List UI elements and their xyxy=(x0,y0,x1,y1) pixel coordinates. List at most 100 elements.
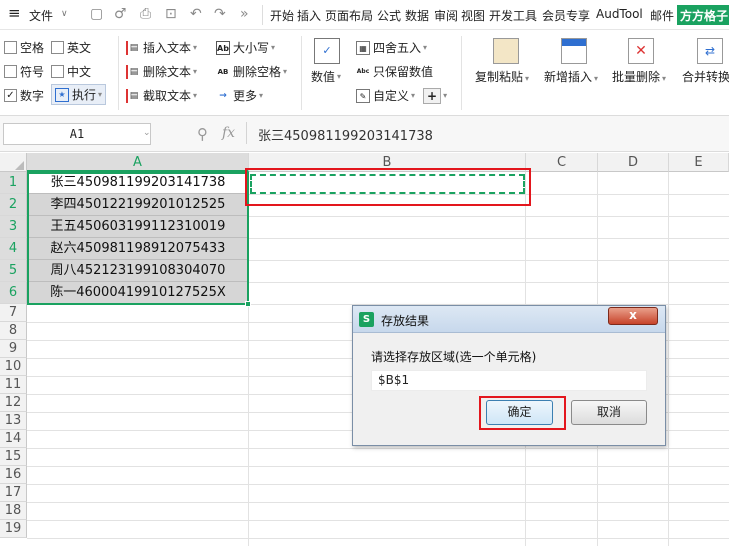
keep-values-button[interactable]: Abc 只保留数值 xyxy=(356,63,433,80)
case-button[interactable]: Ab 大小写 ▾ xyxy=(216,39,275,56)
close-button[interactable]: x xyxy=(608,307,658,325)
checkbox-icon[interactable] xyxy=(4,65,17,78)
custom-button[interactable]: ✎ 自定义 ▾ + ▾ xyxy=(356,87,447,104)
more-commands-icon[interactable]: » xyxy=(240,6,249,22)
row-header[interactable]: 9 xyxy=(0,340,27,358)
fill-handle[interactable] xyxy=(245,301,251,307)
column-header-a[interactable]: A xyxy=(27,153,249,172)
redo-icon[interactable]: ↷ xyxy=(214,6,226,22)
tab-review[interactable]: 审阅 xyxy=(434,7,458,24)
round-button[interactable]: ▦ 四舍五入 ▾ xyxy=(356,39,427,56)
row-header[interactable]: 17 xyxy=(0,484,27,502)
insert-row-icon[interactable] xyxy=(561,38,587,64)
file-menu[interactable]: 文件 xyxy=(29,7,53,24)
execute-button[interactable]: ★ 执行 ▾ xyxy=(51,84,107,105)
merge-icon[interactable]: ⇄ xyxy=(697,38,723,64)
chevron-down-icon[interactable]: ⌄ xyxy=(143,128,151,138)
divider xyxy=(262,5,263,25)
merge-convert-button[interactable]: 合并转换 xyxy=(682,68,729,85)
row-header[interactable]: 6 xyxy=(0,282,27,304)
checkbox-icon[interactable] xyxy=(51,65,64,78)
checkbox-symbol[interactable]: 符号 xyxy=(4,63,44,80)
name-box[interactable]: A1 xyxy=(3,123,151,145)
checkbox-space[interactable]: 空格 xyxy=(4,39,44,56)
delete-space-label: 删除空格 xyxy=(233,65,282,79)
save-icon[interactable]: ▢ xyxy=(90,6,103,22)
batch-delete-icon[interactable]: ✕ xyxy=(628,38,654,64)
row-header[interactable]: 13 xyxy=(0,412,27,430)
fx-icon[interactable]: fx xyxy=(222,125,235,141)
column-header-e[interactable]: E xyxy=(669,153,729,172)
tab-view[interactable]: 视图 xyxy=(461,7,485,24)
tab-formulas[interactable]: 公式 xyxy=(377,7,401,24)
numeric-icon[interactable]: ✓ xyxy=(314,38,340,64)
row-header[interactable]: 7 xyxy=(0,304,27,322)
undo-icon[interactable]: ↶ xyxy=(190,6,202,22)
tab-insert[interactable]: 插入 xyxy=(297,7,321,24)
checkbox-icon[interactable] xyxy=(4,41,17,54)
numeric-button[interactable]: 数值 ▾ xyxy=(311,68,341,85)
row-header[interactable]: 8 xyxy=(0,322,27,340)
plus-icon[interactable]: + xyxy=(423,87,442,104)
keep-values-label: 只保留数值 xyxy=(373,65,434,79)
copy-paste-button[interactable]: 复制粘贴 ▾ xyxy=(475,68,529,85)
row-header[interactable]: 15 xyxy=(0,448,27,466)
range-input[interactable]: $B$1 xyxy=(371,370,647,391)
chevron-down-icon: ▾ xyxy=(662,74,667,83)
formula-input[interactable]: 张三450981199203141738 xyxy=(258,125,433,144)
batch-delete-button[interactable]: 批量删除 ▾ xyxy=(612,68,666,85)
add-insert-button[interactable]: 新增插入 ▾ xyxy=(544,68,598,85)
row-header[interactable]: 4 xyxy=(0,238,27,260)
print-icon[interactable]: ⎙ xyxy=(140,6,151,22)
column-header-c[interactable]: C xyxy=(526,153,598,172)
format-painter-icon[interactable]: ♂ xyxy=(114,6,127,22)
chevron-down-icon[interactable]: ▾ xyxy=(443,91,447,100)
range-input-value: $B$1 xyxy=(378,373,410,387)
row-header[interactable]: 16 xyxy=(0,466,27,484)
chevron-down-icon: ▾ xyxy=(525,74,530,83)
extract-text-button[interactable]: ▤ 截取文本 ▾ xyxy=(126,87,197,104)
more-button[interactable]: → 更多 ▾ xyxy=(216,87,263,104)
column-header-d[interactable]: D xyxy=(598,153,669,172)
row-header[interactable]: 5 xyxy=(0,260,27,282)
check-icon[interactable]: ✓ xyxy=(4,89,17,102)
tab-audtool[interactable]: AudTool xyxy=(596,7,643,21)
print-preview-icon[interactable]: ⊡ xyxy=(165,6,177,22)
select-all-corner[interactable] xyxy=(0,153,27,172)
clipboard-icon[interactable] xyxy=(493,38,519,64)
ribbon: 空格 英文 符号 中文 ✓ 数字 ★ 执行 ▾ ▤ 插入文本 ▾ ▤ 删除文本 ▾ ▤ 截取文… xyxy=(0,30,729,116)
store-result-dialog: S 存放结果 x 请选择存放区域(选一个单元格) $B$1 确定 取消 xyxy=(352,305,666,446)
checkbox-english[interactable]: 英文 xyxy=(51,39,91,56)
hamburger-icon[interactable]: ≡ xyxy=(8,4,21,22)
delete-text-button[interactable]: ▤ 删除文本 ▾ xyxy=(126,63,197,80)
zoom-icon[interactable]: ⚲ xyxy=(197,125,208,143)
gridline xyxy=(27,520,729,521)
gridline xyxy=(27,484,729,485)
tab-home[interactable]: 开始 xyxy=(270,7,294,24)
cancel-button[interactable]: 取消 xyxy=(571,400,647,425)
row-header[interactable]: 18 xyxy=(0,502,27,520)
checkbox-icon[interactable] xyxy=(51,41,64,54)
tab-data[interactable]: 数据 xyxy=(405,7,429,24)
row-header[interactable]: 2 xyxy=(0,194,27,216)
tab-mail[interactable]: 邮件 xyxy=(650,7,674,24)
row-header[interactable]: 1 xyxy=(0,172,27,194)
tab-membership[interactable]: 会员专享 xyxy=(542,7,590,24)
row-header[interactable]: 12 xyxy=(0,394,27,412)
extract-text-label: 截取文本 xyxy=(143,89,192,103)
tab-developer[interactable]: 开发工具 xyxy=(489,7,537,24)
row-header[interactable]: 3 xyxy=(0,216,27,238)
row-header[interactable]: 10 xyxy=(0,358,27,376)
insert-text-button[interactable]: ▤ 插入文本 ▾ xyxy=(126,39,197,56)
checkbox-number[interactable]: ✓ 数字 xyxy=(4,87,44,104)
row-header[interactable]: 14 xyxy=(0,430,27,448)
delete-space-button[interactable]: AB 删除空格 ▾ xyxy=(216,63,287,80)
row-header[interactable]: 19 xyxy=(0,520,27,538)
checkbox-chinese[interactable]: 中文 xyxy=(51,63,91,80)
divider xyxy=(461,36,462,110)
dialog-titlebar[interactable]: S 存放结果 x xyxy=(353,306,665,333)
chevron-down-icon[interactable]: ∨ xyxy=(61,9,68,19)
tab-fangfang[interactable]: 方方格子 xyxy=(677,5,729,25)
tab-page-layout[interactable]: 页面布局 xyxy=(325,7,373,24)
row-header[interactable]: 11 xyxy=(0,376,27,394)
